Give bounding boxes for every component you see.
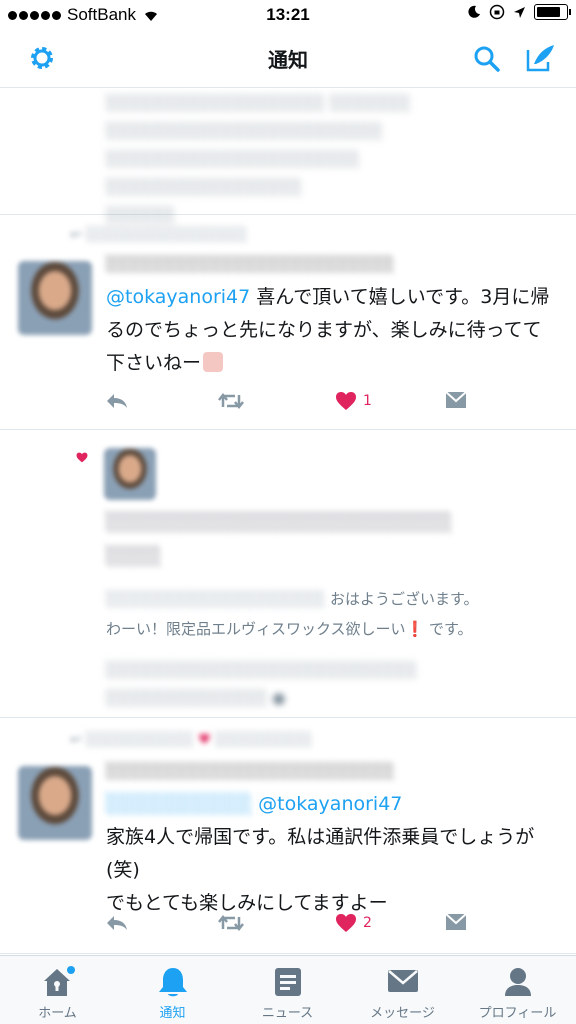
envelope-icon [445, 913, 467, 930]
status-bar: SoftBank 13:21 [0, 0, 576, 30]
reply-icon [107, 394, 127, 408]
retweet-icon [218, 392, 244, 410]
notifications-bell-icon [158, 968, 187, 997]
rotation-lock-icon [489, 4, 505, 20]
do-not-disturb-icon [468, 5, 480, 18]
tweet-body: ░░░░░░░░░░ @tokayanori47 家族4人で帰国です。私は通訳件… [106, 793, 535, 914]
reply-button[interactable] [105, 913, 129, 933]
author-line: ░░░░░░░░░░░░░░░░░░░░░░░░░ [106, 255, 395, 273]
news-icon [274, 968, 301, 996]
mention-link[interactable]: @tokayanori47 [106, 286, 250, 308]
like-button[interactable]: 2 [335, 913, 372, 933]
tweet-card[interactable]: ↩ ░░░░░░░░░░░░░░░ ░░░░░░░░░░░░░░░░░░░░░░… [0, 215, 576, 430]
tweet-actions: 1 [105, 391, 467, 417]
reply-button[interactable] [105, 391, 129, 411]
direct-message-button[interactable] [445, 391, 467, 409]
tab-profile[interactable]: プロフィール [460, 956, 575, 1024]
reply-context-line: ↩ ░░░░░░░░░░░░░░░ [70, 227, 248, 243]
heart-icon [76, 452, 88, 463]
home-icon [43, 966, 75, 996]
tab-notifications[interactable]: 通知 [115, 956, 230, 1024]
compose-tweet-icon[interactable] [524, 42, 556, 74]
tab-bar: ホーム 通知 ニュース メッセージ プロフィール [0, 955, 576, 1024]
search-icon[interactable] [472, 44, 502, 74]
envelope-icon [445, 391, 467, 408]
heart-icon [336, 914, 356, 932]
battery-icon [534, 4, 571, 20]
notification-description: ░░░░░░░░░░░░░░░░░░░░░░░░░ ░░░░ [106, 512, 453, 567]
like-button[interactable]: 1 [335, 391, 372, 411]
like-notification[interactable]: ░░░░░░░░░░░░░░░░░░░░░░░░░ ░░░░ ░░░░░░░░░░… [0, 430, 576, 718]
author-line: ░░░░░░░░░░░░░░░░░░░░░░░░░ [106, 762, 395, 780]
avatar[interactable] [18, 766, 92, 840]
retweet-button[interactable] [217, 913, 245, 933]
location-arrow-icon [514, 6, 525, 18]
exclamation-emoji-icon: ❗ [405, 620, 425, 638]
tab-messages[interactable]: メッセージ [345, 956, 460, 1024]
reply-context-line: ↩ ░░░░░░░░░░ ♥ ░░░░░░░░░ [70, 732, 313, 748]
reply-icon [107, 916, 127, 930]
tab-home[interactable]: ホーム [0, 956, 115, 1024]
tweet-body: @tokayanori47 喜んで頂いて嬉しいです。3月に帰るのでちょっと先にな… [106, 286, 550, 374]
retweet-icon [218, 914, 244, 932]
mention-link[interactable]: @tokayanori47 [258, 793, 402, 815]
tweet-card[interactable]: ↩ ░░░░░░░░░░ ♥ ░░░░░░░░░ ░░░░░░░░░░░░░░░… [0, 718, 576, 954]
tab-news[interactable]: ニュース [230, 956, 345, 1024]
profile-icon [504, 968, 531, 996]
heart-icon [336, 392, 356, 410]
direct-message-button[interactable] [445, 913, 467, 931]
woman-emoji-icon [203, 352, 224, 372]
like-count: 2 [363, 915, 372, 931]
envelope-icon [387, 970, 418, 992]
notifications-feed[interactable]: ░░░░░░░░░░░░░░░░░░░ ░░░░░░░ ░░░░░░░░░░░░░… [0, 89, 576, 955]
like-count: 1 [363, 393, 372, 409]
blurred-tweet-text: ░░░░░░░░░░░░░░░░░░░ ░░░░░░░ ░░░░░░░░░░░░░… [106, 94, 411, 224]
avatar[interactable] [104, 448, 156, 500]
list-item[interactable]: ░░░░░░░░░░░░░░░░░░░ ░░░░░░░ ░░░░░░░░░░░░░… [0, 89, 576, 224]
tweet-actions: 2 [105, 913, 467, 939]
avatar[interactable] [18, 261, 92, 335]
navigation-bar: 通知 [0, 30, 576, 88]
retweet-button[interactable] [217, 391, 245, 411]
